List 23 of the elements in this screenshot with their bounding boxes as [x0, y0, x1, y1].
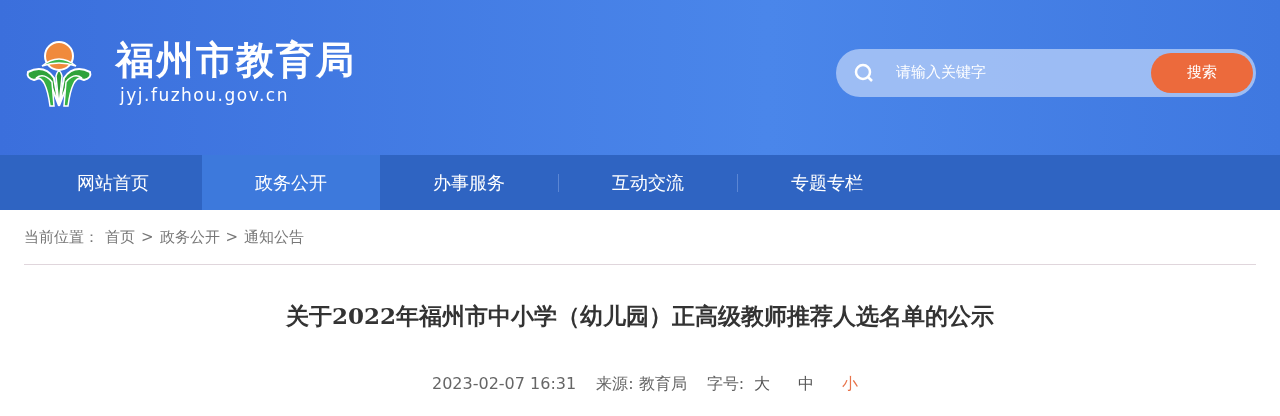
- nav-tab[interactable]: 网站首页: [0, 155, 202, 210]
- font-size-option[interactable]: 中: [798, 371, 815, 396]
- breadcrumb-link[interactable]: 首页: [105, 225, 135, 249]
- nav-tab[interactable]: 办事服务: [380, 155, 558, 210]
- publish-date: 2023-02-07 16:31: [431, 372, 577, 395]
- site-name: 福州市教育局: [116, 36, 356, 83]
- font-size-option[interactable]: 小: [842, 371, 859, 396]
- nav-tab[interactable]: 政务公开: [202, 155, 380, 210]
- nav-tab[interactable]: 互动交流: [559, 155, 737, 210]
- site-domain: jyj.fuzhou.gov.cn: [120, 83, 290, 107]
- nav-tab[interactable]: 专题专栏: [738, 155, 916, 210]
- article-source: 来源: 教育局: [596, 372, 687, 395]
- breadcrumb-link[interactable]: 政务公开: [159, 225, 220, 249]
- article-title: 关于2022年福州市中小学（幼儿园）正高级教师推荐人选名单的公示: [286, 301, 994, 331]
- search-button[interactable]: 搜索: [1151, 52, 1253, 93]
- font-size-option[interactable]: 大: [754, 371, 771, 396]
- font-size-label: 字号:: [706, 372, 745, 395]
- breadcrumb-label: 当前位置：: [24, 226, 99, 248]
- search-icon: [854, 62, 874, 83]
- search-field[interactable]: 请输入关键字 搜索: [836, 48, 1256, 97]
- breadcrumb-separator: >: [225, 226, 239, 248]
- breadcrumb-separator: >: [141, 226, 154, 248]
- breadcrumb-link[interactable]: 通知公告: [244, 225, 305, 249]
